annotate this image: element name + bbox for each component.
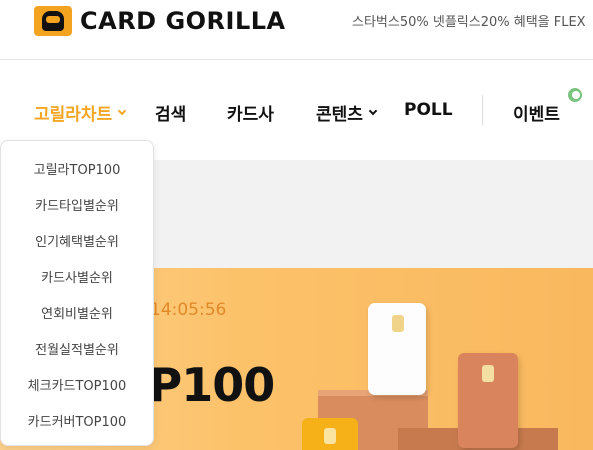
nav-card-company-label: 카드사	[227, 105, 274, 125]
dropdown-item-benefit-ranking[interactable]: 인기혜택별순위	[1, 231, 153, 250]
nav-gorilla-chart[interactable]: 고릴라차트	[34, 100, 127, 125]
event-avatar-icon	[566, 86, 584, 104]
nav-event-label: 이벤트	[513, 105, 560, 125]
site-header: CARD GORILLA 스타벅스50% 넷플릭스20% 혜택을 FLEX	[0, 0, 593, 60]
brown-card-image	[458, 353, 518, 448]
dropdown-item-prev-month-ranking[interactable]: 전월실적별순위	[1, 339, 153, 358]
nav-contents[interactable]: 콘텐츠	[316, 100, 378, 125]
nav-poll-label: POLL	[404, 100, 453, 120]
gorilla-chart-dropdown: 고릴라TOP100 카드타입별순위 인기혜택별순위 카드사별순위 연회비별순위 …	[0, 140, 154, 446]
promo-banner-text[interactable]: 스타벅스50% 넷플릭스20% 혜택을 FLEX	[352, 11, 586, 30]
dropdown-item-gorilla-top100[interactable]: 고릴라TOP100	[1, 159, 153, 178]
chevron-down-icon	[368, 106, 378, 115]
dropdown-item-card-cover-top100[interactable]: 카드커버TOP100	[1, 411, 153, 430]
dropdown-item-card-type-ranking[interactable]: 카드타입별순위	[1, 195, 153, 214]
dropdown-item-check-card-top100[interactable]: 체크카드TOP100	[1, 375, 153, 394]
nav-search-label: 검색	[155, 105, 187, 125]
card-gorilla-logo[interactable]: CARD GORILLA	[34, 6, 286, 36]
nav-contents-label: 콘텐츠	[316, 105, 363, 125]
chevron-down-icon	[117, 106, 127, 115]
nav-divider	[482, 95, 483, 125]
logo-text: CARD GORILLA	[80, 7, 286, 35]
dropdown-item-card-company-ranking[interactable]: 카드사별순위	[1, 267, 153, 286]
countdown-timer: 14:05:56	[150, 300, 227, 320]
nav-gorilla-chart-label: 고릴라차트	[34, 105, 113, 125]
yellow-card-image	[302, 418, 358, 450]
gorilla-icon	[34, 6, 72, 36]
nav-card-company[interactable]: 카드사	[227, 100, 274, 125]
nav-search[interactable]: 검색	[155, 100, 186, 125]
white-card-image	[368, 303, 426, 395]
dropdown-item-annual-fee-ranking[interactable]: 연회비별순위	[1, 303, 153, 322]
nav-poll[interactable]: POLL	[404, 100, 453, 120]
nav-event[interactable]: 이벤트	[513, 100, 560, 125]
